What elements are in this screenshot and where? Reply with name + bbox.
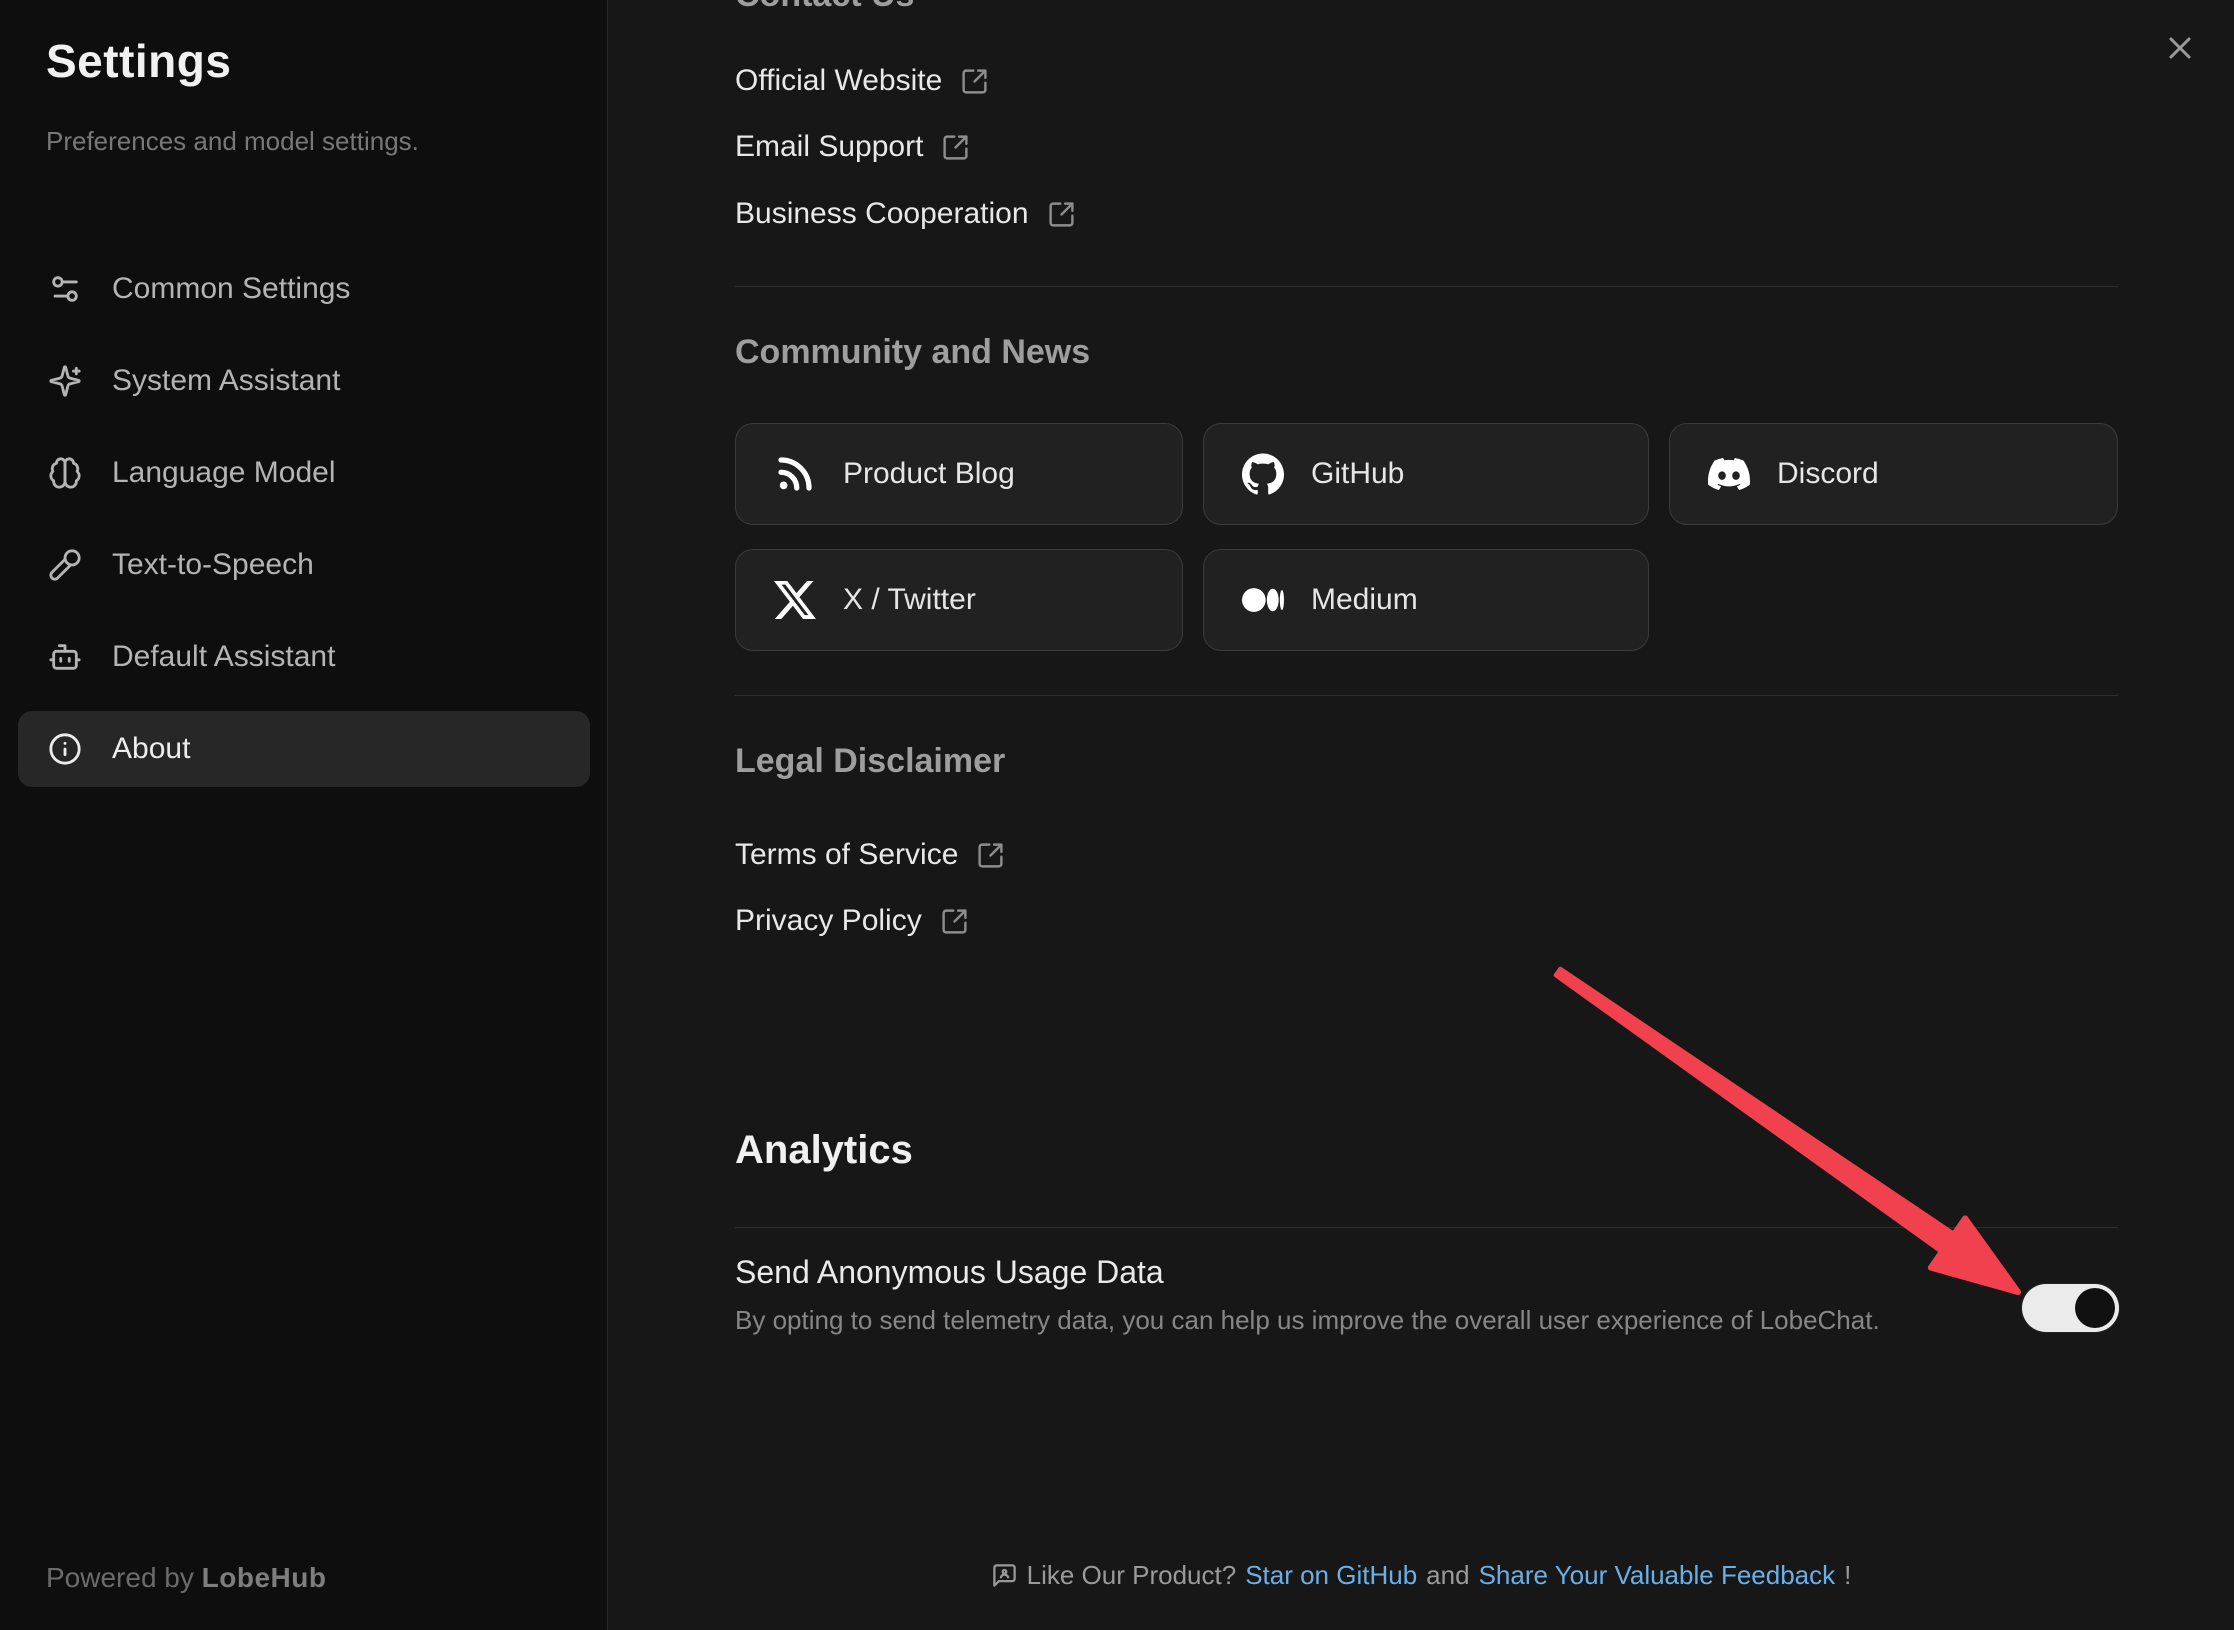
info-icon [48, 732, 82, 766]
bot-icon [48, 640, 82, 674]
mic-icon [48, 548, 82, 582]
github-button[interactable]: GitHub [1203, 423, 1649, 525]
contact-us-title: Contact Us [735, 0, 914, 15]
discord-icon [1708, 453, 1750, 495]
medium-button[interactable]: Medium [1203, 549, 1649, 651]
sliders-icon [48, 272, 82, 306]
usage-data-label: Send Anonymous Usage Data [735, 1254, 1164, 1291]
sidebar-item-text-to-speech[interactable]: Text-to-Speech [18, 527, 590, 603]
sidebar-item-label: Language Model [112, 456, 336, 490]
toggle-knob [2075, 1288, 2115, 1328]
usage-data-toggle[interactable] [2022, 1284, 2119, 1332]
product-blog-button[interactable]: Product Blog [735, 423, 1183, 525]
powered-by: Powered by LobeHub [46, 1562, 326, 1594]
email-support-link[interactable]: Email Support [735, 125, 970, 169]
sidebar-item-system-assistant[interactable]: System Assistant [18, 343, 590, 419]
sidebar-item-label: About [112, 732, 190, 766]
button-label: X / Twitter [843, 583, 976, 617]
footer-text: ! [1844, 1560, 1851, 1591]
sidebar-item-about[interactable]: About [18, 711, 590, 787]
close-icon [2162, 30, 2198, 66]
about-panel: Contact Us Official Website Email Suppor… [608, 0, 2234, 1630]
github-icon [1242, 453, 1284, 495]
link-label: Terms of Service [735, 838, 958, 872]
sidebar-nav: Common Settings System Assistant Languag… [18, 251, 590, 787]
settings-sidebar: Settings Preferences and model settings.… [0, 0, 608, 1630]
external-link-icon [941, 133, 970, 162]
sidebar-item-label: Text-to-Speech [112, 548, 314, 582]
section-divider [735, 286, 2118, 287]
legal-section-title: Legal Disclaimer [735, 742, 1005, 781]
product-footer: Like Our Product? Star on GitHub and Sha… [608, 1560, 2234, 1591]
sidebar-item-label: Common Settings [112, 272, 350, 306]
medium-icon [1242, 579, 1284, 621]
button-label: Product Blog [843, 457, 1015, 491]
feedback-bubble-icon [991, 1562, 1018, 1589]
business-cooperation-link[interactable]: Business Cooperation [735, 192, 1076, 236]
star-on-github-link[interactable]: Star on GitHub [1245, 1560, 1417, 1591]
section-divider [735, 1227, 2118, 1228]
page-title: Settings [46, 34, 231, 88]
button-label: Discord [1777, 457, 1879, 491]
official-website-link[interactable]: Official Website [735, 59, 989, 103]
share-feedback-link[interactable]: Share Your Valuable Feedback [1479, 1560, 1836, 1591]
lobehub-brand[interactable]: LobeHub [202, 1562, 327, 1593]
external-link-icon [960, 67, 989, 96]
analytics-section-title: Analytics [735, 1128, 913, 1173]
rss-icon [774, 453, 816, 495]
section-divider [735, 695, 2118, 696]
button-label: GitHub [1311, 457, 1404, 491]
community-section-title: Community and News [735, 333, 1090, 372]
link-label: Official Website [735, 64, 942, 98]
link-label: Privacy Policy [735, 904, 922, 938]
sidebar-item-language-model[interactable]: Language Model [18, 435, 590, 511]
usage-data-description: By opting to send telemetry data, you ca… [735, 1305, 1880, 1336]
brain-icon [48, 456, 82, 490]
link-label: Business Cooperation [735, 197, 1029, 231]
external-link-icon [940, 907, 969, 936]
sidebar-item-common-settings[interactable]: Common Settings [18, 251, 590, 327]
footer-text: Like Our Product? [1027, 1560, 1237, 1591]
external-link-icon [1047, 200, 1076, 229]
external-link-icon [976, 841, 1005, 870]
terms-of-service-link[interactable]: Terms of Service [735, 833, 1005, 877]
sidebar-item-label: System Assistant [112, 364, 340, 398]
sparkles-icon [48, 364, 82, 398]
sidebar-item-label: Default Assistant [112, 640, 335, 674]
discord-button[interactable]: Discord [1669, 423, 2118, 525]
link-label: Email Support [735, 130, 923, 164]
powered-by-prefix: Powered by [46, 1562, 194, 1593]
footer-text: and [1426, 1560, 1469, 1591]
page-subtitle: Preferences and model settings. [46, 126, 419, 157]
x-twitter-button[interactable]: X / Twitter [735, 549, 1183, 651]
button-label: Medium [1311, 583, 1418, 617]
x-logo-icon [774, 579, 816, 621]
sidebar-item-default-assistant[interactable]: Default Assistant [18, 619, 590, 695]
close-button[interactable] [2158, 26, 2202, 70]
privacy-policy-link[interactable]: Privacy Policy [735, 899, 969, 943]
